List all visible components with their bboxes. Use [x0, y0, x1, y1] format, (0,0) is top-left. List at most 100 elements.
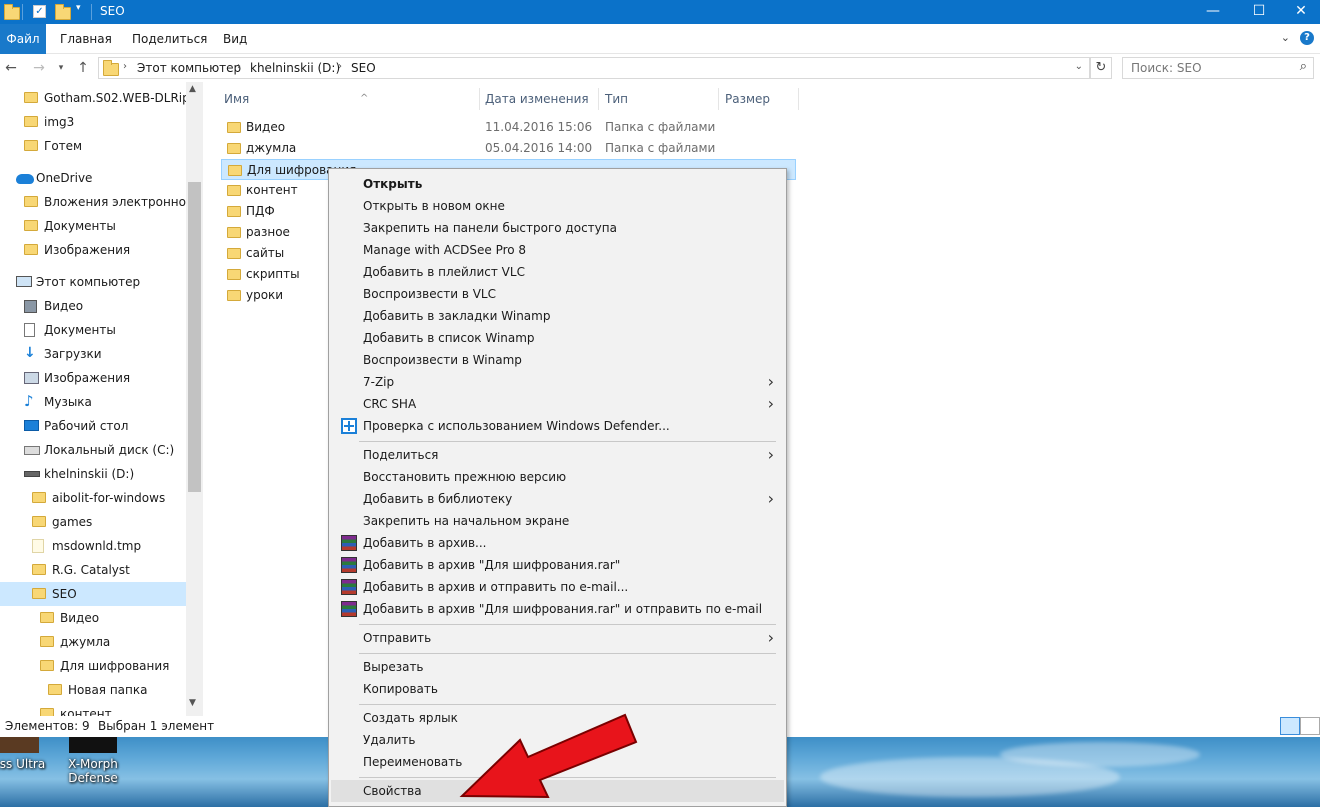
- nav-item-label: Этот компьютер: [36, 275, 141, 289]
- column-date[interactable]: Дата изменения: [479, 88, 599, 110]
- desktop-shortcut[interactable]: X-Morph Defense: [48, 737, 138, 785]
- menu-item[interactable]: Добавить в библиотеку ›: [331, 488, 784, 510]
- nav-item[interactable]: Для шифрования: [0, 654, 186, 678]
- menu-item[interactable]: Добавить в архив...: [331, 532, 784, 554]
- nav-item[interactable]: khelninskii (D:): [0, 462, 186, 486]
- menu-item[interactable]: Добавить в закладки Winamp: [331, 305, 784, 327]
- folder-icon: [40, 636, 54, 647]
- menu-item[interactable]: Добавить в плейлист VLC: [331, 261, 784, 283]
- new-folder-icon[interactable]: [55, 4, 71, 20]
- nav-item[interactable]: Новая папка: [0, 678, 186, 702]
- menu-item-label: Создать ярлык: [363, 711, 458, 725]
- recent-locations-button[interactable]: ▾: [52, 58, 70, 78]
- file-name: ПДФ: [246, 204, 275, 218]
- nav-item[interactable]: Рабочий стол: [0, 414, 186, 438]
- folder-icon: [24, 116, 38, 127]
- menu-item[interactable]: Manage with ACDSee Pro 8: [331, 239, 784, 261]
- menu-item[interactable]: Открыть в новом окне: [331, 195, 784, 217]
- menu-item[interactable]: CRC SHA ›: [331, 393, 784, 415]
- tab-view[interactable]: Вид: [215, 24, 255, 54]
- menu-item[interactable]: Переименовать: [331, 751, 784, 773]
- column-name[interactable]: Имя ^: [218, 88, 480, 110]
- expand-ribbon-icon[interactable]: ⌄: [1281, 31, 1290, 44]
- nav-item[interactable]: ↓ Загрузки: [0, 342, 186, 366]
- menu-item[interactable]: Добавить в архив и отправить по e-mail..…: [331, 576, 784, 598]
- menu-item[interactable]: Восстановить прежнюю версию: [331, 466, 784, 488]
- nav-item[interactable]: Gotham.S02.WEB-DLRip.Ru: [0, 86, 186, 110]
- nav-item[interactable]: R.G. Catalyst: [0, 558, 186, 582]
- menu-item-label: Вырезать: [363, 660, 424, 674]
- menu-item[interactable]: Вырезать: [331, 656, 784, 678]
- nav-item[interactable]: Документы: [0, 214, 186, 238]
- address-dropdown-icon[interactable]: ⌄: [1075, 61, 1083, 72]
- menu-item[interactable]: Отправить ›: [331, 627, 784, 649]
- nav-item[interactable]: ♪ Музыка: [0, 390, 186, 414]
- menu-item[interactable]: 7-Zip ›: [331, 371, 784, 393]
- forward-button[interactable]: →: [30, 58, 48, 78]
- scrollbar-thumb[interactable]: [188, 182, 201, 492]
- nav-item[interactable]: Локальный диск (C:): [0, 438, 186, 462]
- help-icon[interactable]: ?: [1300, 31, 1314, 45]
- breadcrumb-this-pc[interactable]: Этот компьютер: [137, 61, 241, 75]
- menu-item[interactable]: Закрепить на панели быстрого доступа: [331, 217, 784, 239]
- menu-item[interactable]: Воспроизвести в VLC: [331, 283, 784, 305]
- breadcrumb-seo[interactable]: SEO: [351, 61, 376, 75]
- menu-item[interactable]: Добавить в архив "Для шифрования.rar" и …: [331, 598, 784, 620]
- search-input[interactable]: Поиск: SEO ⌕: [1122, 57, 1314, 79]
- menu-item[interactable]: Свойства: [331, 780, 784, 802]
- nav-scrollbar[interactable]: ▲ ▼: [186, 82, 203, 716]
- breadcrumb-drive-d[interactable]: khelninskii (D:): [250, 61, 340, 75]
- file-date: 11.04.2016 15:06: [485, 120, 593, 134]
- nav-item[interactable]: SEO: [0, 582, 186, 606]
- file-row[interactable]: Видео 11.04.2016 15:06 Папка с файлами: [221, 117, 741, 138]
- address-bar[interactable]: › Этот компьютер › khelninskii (D:) › SE…: [98, 57, 1090, 79]
- nav-item[interactable]: OneDrive: [0, 166, 186, 190]
- tab-file[interactable]: Файл: [0, 24, 46, 54]
- nav-item[interactable]: Видео: [0, 294, 186, 318]
- nav-item[interactable]: aibolit-for-windows: [0, 486, 186, 510]
- close-button[interactable]: ✕: [1282, 0, 1320, 24]
- refresh-button[interactable]: ↻: [1090, 57, 1112, 79]
- menu-item[interactable]: Проверка с использованием Windows Defend…: [331, 415, 784, 437]
- nav-item[interactable]: msdownld.tmp: [0, 534, 186, 558]
- menu-item[interactable]: Поделиться ›: [331, 444, 784, 466]
- nav-item[interactable]: Изображения: [0, 366, 186, 390]
- nav-item[interactable]: Вложения электронной п: [0, 190, 186, 214]
- menu-item[interactable]: Создать ярлык: [331, 707, 784, 729]
- back-button[interactable]: ←: [2, 58, 20, 78]
- folder-icon: [24, 92, 38, 103]
- nav-item[interactable]: img3: [0, 110, 186, 134]
- large-icons-view-icon[interactable]: [1300, 717, 1320, 735]
- menu-item[interactable]: Добавить в список Winamp: [331, 327, 784, 349]
- desktop-icon: [24, 420, 39, 431]
- menu-item-label: Добавить в плейлист VLC: [363, 265, 525, 279]
- tab-share[interactable]: Поделиться: [124, 24, 215, 54]
- nav-item[interactable]: Документы: [0, 318, 186, 342]
- tab-home[interactable]: Главная: [52, 24, 120, 54]
- column-size[interactable]: Размер: [719, 88, 799, 110]
- customize-quick-access-icon[interactable]: ▾: [76, 3, 81, 13]
- file-row[interactable]: джумла 05.04.2016 14:00 Папка с файлами: [221, 138, 741, 159]
- up-button[interactable]: ↑: [74, 58, 92, 78]
- scroll-up-icon[interactable]: ▲: [189, 84, 196, 94]
- details-view-icon[interactable]: [1280, 717, 1300, 735]
- menu-item[interactable]: Открыть: [331, 173, 784, 195]
- nav-item[interactable]: games: [0, 510, 186, 534]
- scroll-down-icon[interactable]: ▼: [189, 698, 196, 708]
- menu-item[interactable]: Закрепить на начальном экране: [331, 510, 784, 532]
- nav-item[interactable]: Видео: [0, 606, 186, 630]
- maximize-button[interactable]: ☐: [1236, 0, 1282, 24]
- menu-separator: [359, 777, 776, 778]
- nav-item[interactable]: Этот компьютер: [0, 270, 186, 294]
- menu-item[interactable]: Удалить: [331, 729, 784, 751]
- nav-item[interactable]: контент: [0, 702, 186, 716]
- nav-item[interactable]: Готем: [0, 134, 186, 158]
- menu-item[interactable]: Копировать: [331, 678, 784, 700]
- minimize-button[interactable]: —: [1190, 0, 1236, 24]
- properties-icon[interactable]: ✓: [33, 5, 46, 18]
- menu-item[interactable]: Добавить в архив "Для шифрования.rar": [331, 554, 784, 576]
- column-type[interactable]: Тип: [599, 88, 719, 110]
- menu-item[interactable]: Воспроизвести в Winamp: [331, 349, 784, 371]
- nav-item[interactable]: джумла: [0, 630, 186, 654]
- nav-item[interactable]: Изображения: [0, 238, 186, 262]
